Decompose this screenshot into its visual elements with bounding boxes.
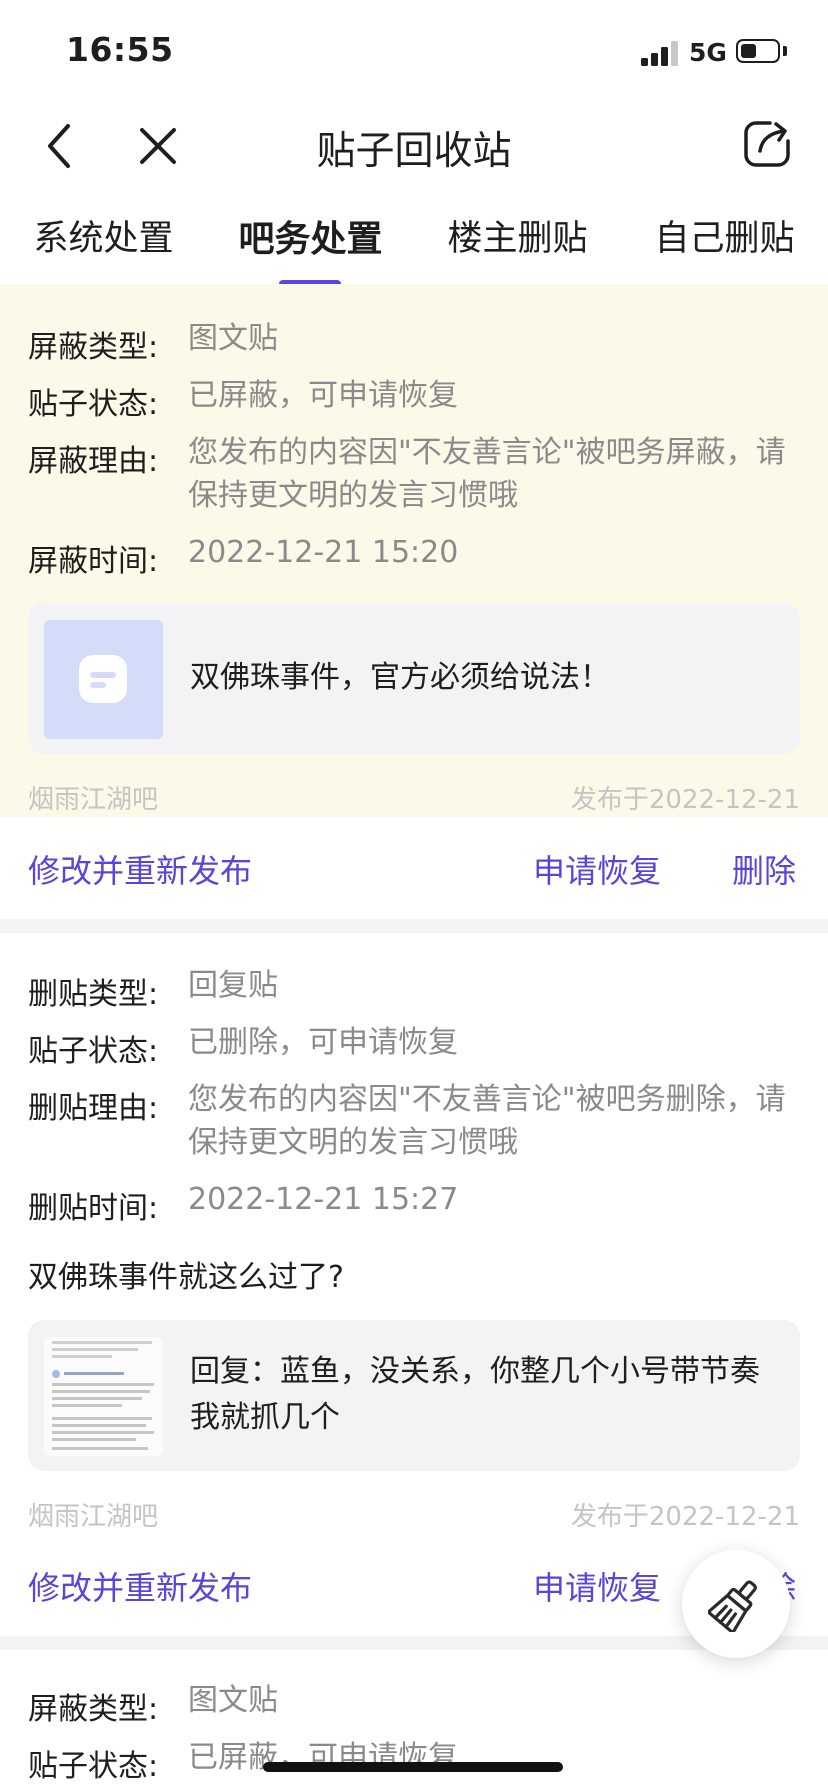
publish-date: 发布于2022-12-21 xyxy=(570,1502,800,1532)
reply-preview[interactable]: 回复：蓝鱼，没关系，你整几个小号带节奏我就抓几个 xyxy=(28,1320,800,1471)
tab-admin[interactable]: 吧务处置 xyxy=(207,210,414,262)
placeholder-image-icon xyxy=(44,620,163,739)
field-value: 已屏蔽，可申请恢复 xyxy=(188,1740,458,1775)
delete-button[interactable]: 删除 xyxy=(732,846,796,892)
network-type: 5G xyxy=(689,38,727,67)
screenshot-thumbnail-icon xyxy=(44,1337,163,1456)
page-title: 贴子回收站 xyxy=(316,129,512,174)
post-card: 删贴类型: 回复贴 贴子状态: 已删除，可申请恢复 删贴理由: 您发布的内容因"… xyxy=(0,933,828,1636)
tab-system[interactable]: 系统处置 xyxy=(0,210,207,261)
request-restore-button[interactable]: 申请恢复 xyxy=(533,1563,661,1609)
field-label: 删贴类型: xyxy=(28,977,159,1012)
field-label: 删贴时间: xyxy=(28,1191,159,1226)
tab-owner-deleted[interactable]: 楼主删贴 xyxy=(414,210,621,261)
share-icon[interactable] xyxy=(740,117,794,171)
field-label: 贴子状态: xyxy=(28,387,159,422)
edit-republish-button[interactable]: 修改并重新发布 xyxy=(28,1563,252,1609)
divider xyxy=(0,919,828,933)
tab-self-deleted[interactable]: 自己删贴 xyxy=(621,210,828,261)
signal-strength-icon xyxy=(641,40,681,66)
field-label: 屏蔽类型: xyxy=(28,330,159,365)
battery-tip xyxy=(783,46,787,56)
post-card: 屏蔽类型: 图文贴 贴子状态: 已屏蔽，可申请恢复 屏蔽理由: 您发布的内容因"… xyxy=(0,284,828,919)
reply-text: 回复：蓝鱼，没关系，你整几个小号带节奏我就抓几个 xyxy=(190,1354,760,1435)
forum-name: 烟雨江湖吧 xyxy=(28,1502,159,1532)
broom-icon xyxy=(708,1580,757,1632)
field-value: 回复贴 xyxy=(188,968,278,1003)
field-label: 贴子状态: xyxy=(28,1749,159,1784)
battery-level xyxy=(741,44,756,58)
post-info: 屏蔽类型: 图文贴 贴子状态: 已屏蔽，可申请恢复 屏蔽理由: 您发布的内容因"… xyxy=(0,284,828,817)
field-value: 2022-12-21 15:27 xyxy=(188,1182,459,1217)
battery-icon xyxy=(736,39,780,63)
clean-fab-button[interactable] xyxy=(682,1550,790,1658)
field-value: 图文贴 xyxy=(188,1683,278,1718)
forum-name: 烟雨江湖吧 xyxy=(28,785,159,815)
field-label: 贴子状态: xyxy=(28,1034,159,1069)
field-label: 屏蔽类型: xyxy=(28,1692,159,1727)
home-indicator xyxy=(263,1762,563,1772)
publish-date: 发布于2022-12-21 xyxy=(570,785,800,815)
field-value: 您发布的内容因"不友善言论"被吧务删除，请保持更文明的发言习惯哦 xyxy=(188,1082,786,1160)
post-preview[interactable]: 双佛珠事件，官方必须给说法！ xyxy=(28,603,800,754)
field-value: 2022-12-21 15:20 xyxy=(188,535,459,570)
field-value: 已屏蔽，可申请恢复 xyxy=(188,378,458,413)
field-value: 您发布的内容因"不友善言论"被吧务屏蔽，请保持更文明的发言习惯哦 xyxy=(188,435,786,513)
field-value: 已删除，可申请恢复 xyxy=(188,1025,458,1060)
tab-bar: 系统处置 吧务处置 楼主删贴 自己删贴 xyxy=(0,192,828,288)
field-label: 屏蔽理由: xyxy=(28,444,159,479)
nav-bar: 贴子回收站 xyxy=(0,100,828,192)
field-value: 图文贴 xyxy=(188,321,278,356)
field-label: 删贴理由: xyxy=(28,1091,159,1126)
status-time: 16:55 xyxy=(66,30,174,69)
quoted-post-title: 双佛珠事件就这么过了? xyxy=(28,1260,344,1295)
status-bar: 16:55 5G xyxy=(0,0,828,100)
post-title: 双佛珠事件，官方必须给说法！ xyxy=(190,660,610,695)
field-label: 屏蔽时间: xyxy=(28,544,159,579)
request-restore-button[interactable]: 申请恢复 xyxy=(533,846,661,892)
edit-republish-button[interactable]: 修改并重新发布 xyxy=(28,846,252,892)
